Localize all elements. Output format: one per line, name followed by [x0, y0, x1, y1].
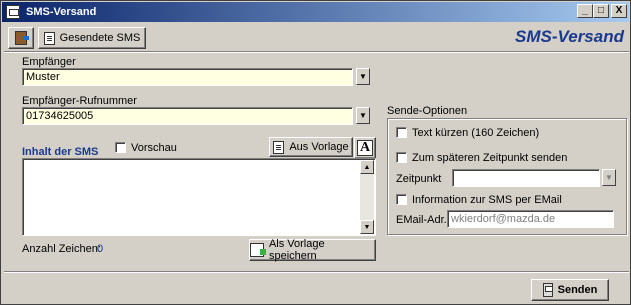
save-as-template-label: Als Vorlage speichern — [268, 238, 325, 262]
send-later-checkbox[interactable] — [396, 152, 407, 163]
scroll-up-button[interactable]: ▲ — [360, 160, 374, 174]
scroll-down-button[interactable]: ▼ — [360, 220, 374, 234]
exit-button[interactable] — [8, 27, 34, 49]
email-field[interactable]: wkierdorf@mazda.de — [447, 210, 614, 228]
recipient-number-dropdown-button[interactable]: ▼ — [356, 107, 370, 124]
send-button[interactable]: Senden — [531, 279, 609, 301]
document-icon — [43, 31, 55, 45]
recipient-field[interactable]: Muster — [22, 68, 353, 86]
phone-icon — [542, 283, 553, 297]
save-as-template-button[interactable]: Als Vorlage speichern — [249, 238, 376, 262]
exit-icon — [15, 31, 29, 45]
sent-sms-button[interactable]: Gesendete SMS — [38, 27, 146, 49]
char-count-label: Anzahl Zeichen: — [22, 243, 101, 255]
template-icon — [273, 140, 285, 154]
send-options-title: Sende-Optionen — [387, 105, 468, 117]
brand-title: SMS-Versand — [515, 27, 624, 46]
recipient-dropdown-button[interactable]: ▼ — [356, 68, 370, 85]
time-dropdown-button[interactable]: ▼ — [602, 169, 616, 186]
shorten-checkbox[interactable] — [396, 127, 407, 138]
from-template-label: Aus Vorlage — [289, 141, 349, 153]
toolbar-separator — [4, 51, 629, 53]
window-controls: _ □ X — [577, 4, 627, 18]
from-template-button[interactable]: Aus Vorlage — [269, 137, 353, 157]
sent-sms-label: Gesendete SMS — [59, 32, 141, 44]
chevron-down-icon: ▼ — [359, 111, 367, 120]
shorten-label: Text kürzen (160 Zeichen) — [412, 127, 540, 139]
close-button[interactable]: X — [611, 4, 627, 18]
send-label: Senden — [557, 284, 598, 296]
footer-separator — [4, 271, 629, 273]
app-icon — [6, 5, 20, 19]
recipient-label: Empfänger — [22, 56, 76, 68]
chevron-down-icon: ▼ — [605, 173, 613, 182]
sms-window: SMS-Versand _ □ X Gesendete SMS SMS-Vers… — [0, 0, 631, 305]
content-title: Inhalt der SMS — [22, 146, 99, 158]
title-bar: SMS-Versand _ □ X — [2, 2, 629, 22]
vertical-scrollbar[interactable]: ▲ ▼ — [360, 160, 374, 234]
preview-checkbox[interactable] — [115, 142, 126, 153]
minimize-button[interactable]: _ — [577, 4, 593, 18]
char-count-value: 0 — [97, 243, 104, 255]
time-label: Zeitpunkt — [396, 173, 442, 185]
email-info-checkbox[interactable] — [396, 194, 407, 205]
chevron-up-icon: ▲ — [363, 163, 371, 171]
save-template-icon — [250, 243, 266, 257]
preview-label: Vorschau — [131, 142, 177, 154]
email-info-label: Information zur SMS per EMail — [412, 194, 562, 206]
email-label: EMail-Adr. — [396, 214, 447, 226]
recipient-number-label: Empfänger-Rufnummer — [22, 95, 137, 107]
chevron-down-icon: ▼ — [359, 72, 367, 81]
font-icon: A — [357, 140, 373, 156]
maximize-button[interactable]: □ — [593, 4, 609, 18]
time-field[interactable] — [452, 169, 600, 187]
window-title: SMS-Versand — [26, 6, 97, 18]
recipient-number-field[interactable]: 01734625005 — [22, 107, 353, 125]
chevron-down-icon: ▼ — [363, 223, 371, 231]
sms-text-area[interactable]: ▲ ▼ — [22, 158, 376, 236]
send-later-label: Zum späteren Zeitpunkt senden — [412, 152, 568, 164]
font-button[interactable]: A — [354, 137, 376, 159]
